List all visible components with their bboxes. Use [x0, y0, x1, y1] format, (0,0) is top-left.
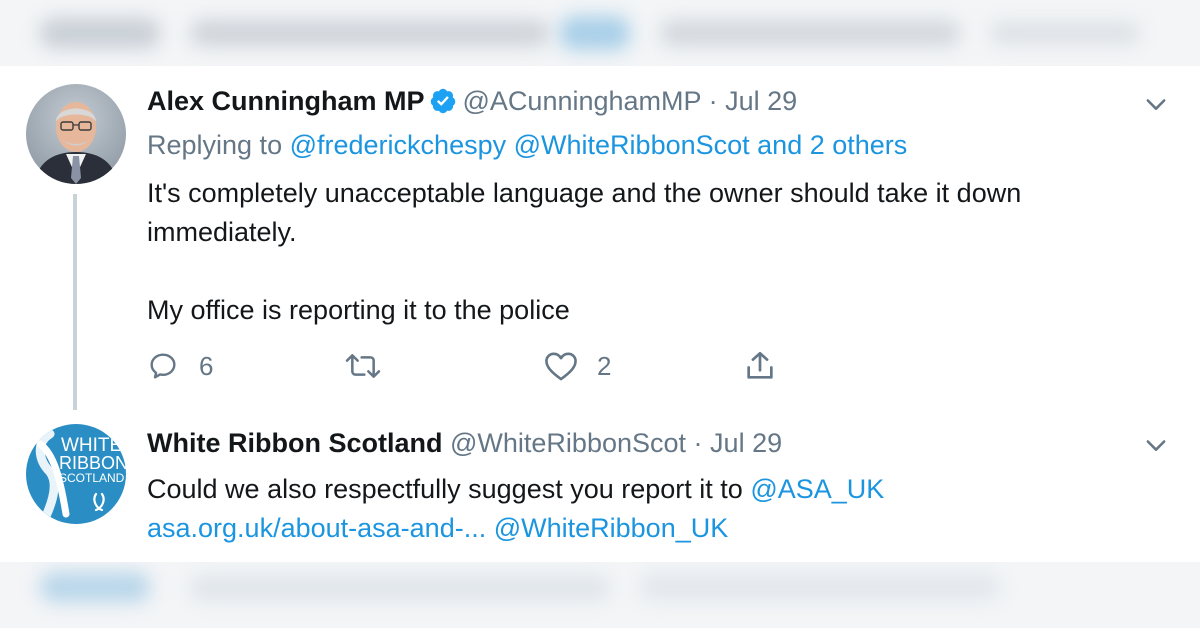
blurred-top-region — [0, 0, 1200, 66]
others-link[interactable]: and 2 others — [757, 130, 907, 160]
tweet-text: Could we also respectfully suggest you r… — [147, 470, 884, 548]
replying-prefix: Replying to — [147, 130, 283, 160]
chevron-down-icon[interactable] — [1142, 431, 1170, 459]
replying-to-line: Replying to @frederickchespy @WhiteRibbo… — [147, 130, 907, 161]
chevron-down-icon[interactable] — [1142, 90, 1170, 118]
tweet-header: Alex Cunningham MP @ACunninghamMP · Jul 2… — [147, 86, 797, 122]
url-link[interactable]: asa.org.uk/about-asa-and-... — [147, 513, 486, 543]
verified-badge-icon — [429, 87, 457, 122]
like-count: 2 — [597, 350, 612, 381]
reply-count: 6 — [199, 350, 214, 381]
user-handle[interactable]: @ACunninghamMP — [463, 86, 702, 116]
avatar[interactable] — [26, 84, 126, 184]
tweet-text-line: immediately. — [147, 217, 297, 247]
like-button[interactable]: 2 — [543, 348, 611, 384]
reply-button[interactable]: 6 — [147, 348, 213, 384]
tweet-text-line: My office is reporting it to the police — [147, 295, 570, 325]
mention-link[interactable]: @WhiteRibbon_UK — [494, 513, 729, 543]
white-ribbon-scotland-logo-icon: WHITE RIBBON SCOTLAND — [26, 424, 126, 524]
tweet-header: White Ribbon Scotland @WhiteRibbonScot ·… — [147, 428, 782, 459]
tweet-text-line: asa.org.uk/about-asa-and-... @WhiteRibbo… — [147, 509, 884, 548]
display-name[interactable]: Alex Cunningham MP — [147, 86, 425, 116]
separator-dot: · — [693, 428, 703, 458]
tweet-text-line: It's completely unacceptable language an… — [147, 178, 1022, 208]
tweet-date[interactable]: Jul 29 — [710, 428, 782, 458]
thread-connector-line — [73, 194, 77, 410]
display-name[interactable]: White Ribbon Scotland — [147, 428, 442, 458]
mention-link[interactable]: @frederickchespy — [290, 130, 507, 160]
tweet-text-line: Could we also respectfully suggest you r… — [147, 470, 884, 509]
user-handle[interactable]: @WhiteRibbonScot — [450, 428, 686, 458]
mention-link[interactable]: @ASA_UK — [750, 474, 884, 504]
retweet-button[interactable] — [343, 348, 383, 384]
tweet-text: It's completely unacceptable language an… — [147, 174, 1021, 330]
separator-dot: · — [708, 86, 718, 116]
heart-icon — [545, 352, 577, 381]
tweet-date[interactable]: Jul 29 — [725, 86, 797, 116]
share-button[interactable] — [743, 348, 777, 384]
logo-text: SCOTLAND — [59, 471, 125, 485]
mention-link[interactable]: @WhiteRibbonScot — [514, 130, 750, 160]
profile-photo-icon — [26, 84, 126, 184]
reply-icon — [150, 353, 176, 379]
logo-text: RIBBON — [59, 453, 126, 473]
tweet-text-prefix: Could we also respectfully suggest you r… — [147, 474, 743, 504]
avatar[interactable]: WHITE RIBBON SCOTLAND — [26, 424, 126, 524]
retweet-icon — [345, 354, 381, 378]
share-icon — [747, 351, 773, 379]
blurred-bottom-region — [0, 562, 1200, 628]
